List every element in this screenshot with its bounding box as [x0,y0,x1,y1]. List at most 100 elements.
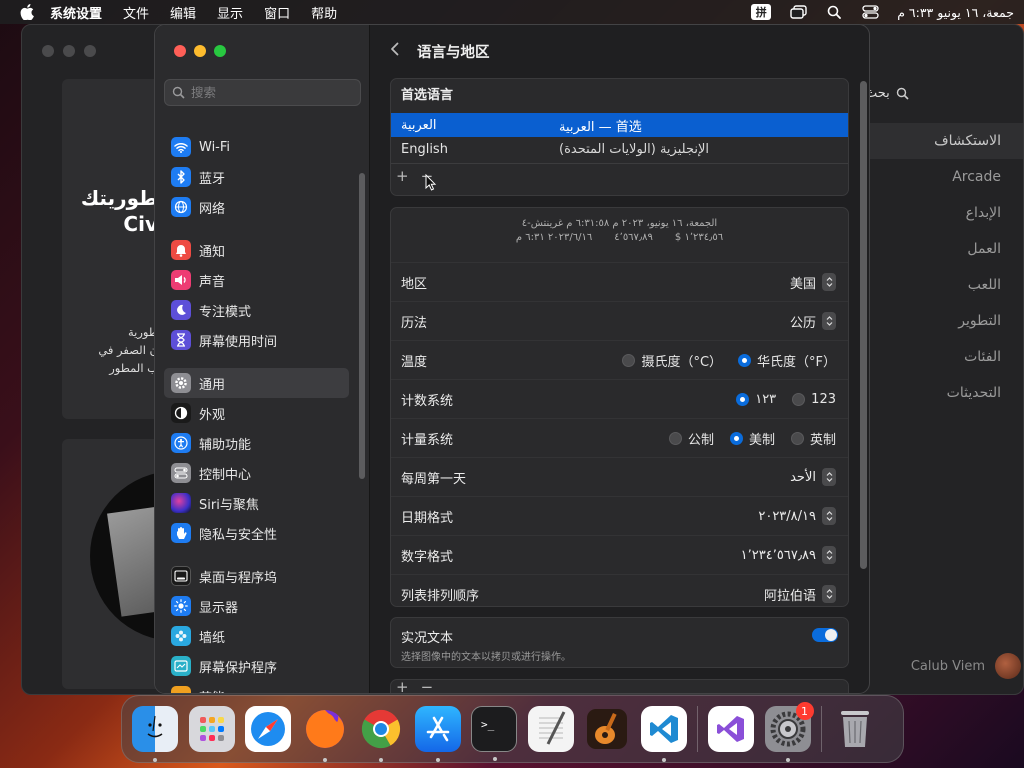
launchpad-icon[interactable] [188,706,235,752]
sidebar-item-network[interactable]: 网络 [164,192,349,222]
region-row: 地区 美国 [391,262,848,301]
sort-order-popup[interactable]: 阿拉伯语 [764,585,836,604]
featured-card[interactable]: طوريتك Civ طورية ن الصفر في ب المطور [62,79,162,419]
sidebar-item-accessibility[interactable]: 辅助功能 [164,428,349,458]
control-center-icon[interactable] [861,4,879,20]
menu-bar-clock[interactable]: جمعة، ١٦ يونيو ٦:٣٣ م [897,5,1014,20]
first-day-label: 每周第一天 [401,471,467,487]
app-store-nav-work[interactable]: العمل [863,231,1023,267]
first-day-popup[interactable]: الأحد [790,468,836,486]
radio-on [736,392,750,406]
sidebar-item-control-center[interactable]: 控制中心 [164,458,349,488]
app-store-nav-categories[interactable]: الفئات [863,339,1023,375]
number-format-popup[interactable]: ١٬٢٣٤٬٥٦٧٫٨٩ [741,546,836,564]
window-switcher-icon[interactable] [789,4,807,20]
battery-icon [171,686,191,693]
menu-view[interactable]: 显示 [217,3,243,22]
date-format-popup[interactable]: ٢٠٢٣/٨/١٩ [758,507,836,525]
fahrenheit-radio[interactable]: 华氏度（°F） [738,351,836,370]
mouse-pointer-icon [425,174,437,191]
trash-icon[interactable] [832,706,878,752]
settings-sidebar: Wi-Fi 蓝牙 网络 通知 声音 专注模式 [155,25,370,693]
sidebar-item-general[interactable]: 通用 [164,368,349,398]
apple-menu-icon[interactable] [18,3,36,21]
back-chevron-icon[interactable] [390,42,399,60]
temperature-label: 温度 [401,354,428,370]
uk-radio[interactable]: 英制 [790,429,836,448]
app-store-nav-discover[interactable]: الاستكشاف [863,123,1023,159]
sidebar-item-screen-saver[interactable]: 屏幕保护程序 [164,651,349,681]
menu-help[interactable]: 帮助 [311,3,337,22]
latin-digits-radio[interactable]: 123 [792,392,836,407]
language-add-remove: + − [391,164,848,188]
sidebar-item-siri[interactable]: Siri与聚焦 [164,488,349,518]
live-text-toggle[interactable] [812,628,838,642]
menu-edit[interactable]: 编辑 [170,3,196,22]
app-store-search[interactable]: بحث [865,81,1015,105]
app-store-nav-develop[interactable]: التطوير [863,303,1023,339]
sidebar-item-notifications[interactable]: 通知 [164,235,349,265]
safari-icon[interactable] [245,706,291,752]
close-button[interactable] [174,45,186,57]
close-button[interactable] [42,45,54,57]
menu-file[interactable]: 文件 [123,3,149,22]
zoom-button[interactable] [214,45,226,57]
garageband-icon[interactable] [584,706,630,752]
sidebar-item-privacy[interactable]: 隐私与安全性 [164,518,349,548]
sidebar-item-desktop-dock[interactable]: 桌面与程序坞 [164,561,349,591]
content-scrollbar[interactable] [860,81,867,569]
app-store-nav-create[interactable]: الإبداع [863,195,1023,231]
page-title: 语言与地区 [417,44,490,61]
sidebar-item-wifi[interactable]: Wi-Fi [164,132,349,162]
sidebar-item-bluetooth[interactable]: 蓝牙 [164,162,349,192]
metric-radio[interactable]: 公制 [668,429,714,448]
input-method-indicator[interactable]: 拼 [751,4,772,20]
region-popup[interactable]: 美国 [790,273,836,292]
remove-button[interactable]: − [421,680,434,693]
us-radio[interactable]: 美制 [729,429,775,448]
sidebar-scrollbar[interactable] [359,173,365,479]
add-button[interactable]: + [396,680,409,693]
sidebar-item-sound[interactable]: 声音 [164,265,349,295]
sort-order-value: 阿拉伯语 [763,588,816,604]
region-settings-group: الجمعة، ١٦ يونيو، ٢٠٢٣ م ٦:٣١:٥٨ م غرينت… [390,207,849,607]
spotlight-search-icon[interactable] [825,4,843,20]
app-store-nav-updates[interactable]: التحديثات [863,375,1023,411]
sidebar-item-displays[interactable]: 显示器 [164,591,349,621]
terminal-icon[interactable]: >_ [471,706,517,761]
sidebar-item-label: 通知 [199,244,226,260]
visual-studio-icon[interactable] [708,706,754,752]
sidebar-search-input[interactable] [191,85,351,100]
sidebar-item-focus[interactable]: 专注模式 [164,295,349,325]
sidebar-item-appearance[interactable]: 外观 [164,398,349,428]
sidebar-item-energy-saver[interactable]: 节能 [164,681,349,693]
numbering-options: ١٢٣ 123 [736,392,836,407]
finder-icon[interactable] [132,706,178,762]
vscode-icon[interactable] [640,706,687,762]
sidebar-item-screen-time[interactable]: 屏幕使用时间 [164,325,349,355]
language-row-arabic[interactable]: العربية العربية — 首选 [391,113,848,137]
add-language-button[interactable]: + [396,167,409,185]
menu-app-name[interactable]: 系统设置 [50,3,102,22]
minimize-button[interactable] [63,45,75,57]
sidebar-item-wallpaper[interactable]: 墙纸 [164,621,349,651]
sidebar-search[interactable] [164,79,361,106]
firefox-icon[interactable] [302,706,348,762]
app-store-nav-play[interactable]: اللعب [863,267,1023,303]
featured-card-artwork[interactable] [62,439,162,689]
textedit-icon[interactable] [527,706,574,752]
calendar-popup[interactable]: 公历 [790,312,836,331]
app-store-icon[interactable] [414,706,461,762]
minimize-button[interactable] [194,45,206,57]
globe-icon [171,197,191,217]
system-settings-icon[interactable]: 1 [764,702,814,762]
zoom-button[interactable] [84,45,96,57]
language-row-english[interactable]: English الإنجليزية (الولايات المتحدة) [391,137,848,161]
menu-window[interactable]: 窗口 [264,3,290,22]
arabic-digits-radio[interactable]: ١٢٣ [736,392,776,407]
celsius-radio[interactable]: 摄氏度（°C） [622,351,722,370]
sidebar-item-label: 专注模式 [199,304,252,320]
app-store-account[interactable]: Calub Viem [867,651,1023,681]
app-store-nav-arcade[interactable]: Arcade [863,159,1023,195]
chrome-icon[interactable] [358,706,404,762]
